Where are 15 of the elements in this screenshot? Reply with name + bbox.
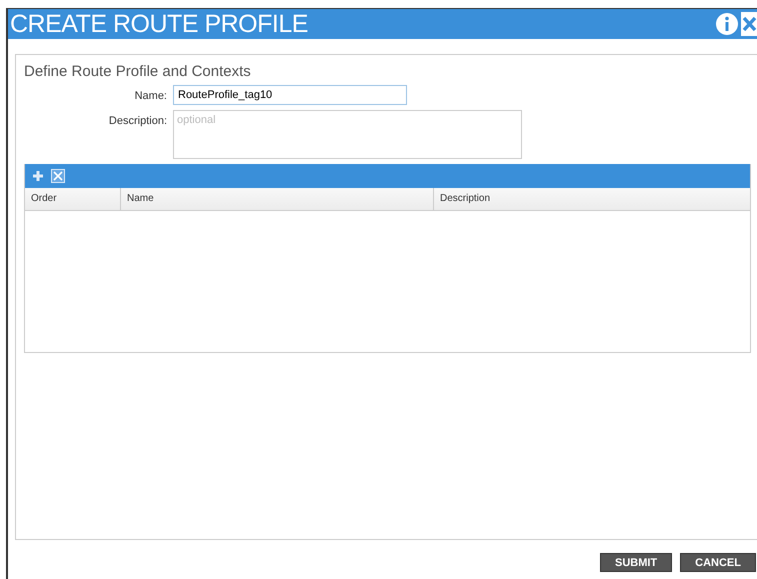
field-label: Name: <box>134 89 167 102</box>
delete-icon[interactable] <box>51 169 65 183</box>
column-header[interactable]: Name <box>121 188 434 210</box>
column-header[interactable]: Description <box>434 188 750 210</box>
window-title: CREATE ROUTE PROFILE <box>10 10 308 38</box>
description-field[interactable]: optional <box>173 110 522 159</box>
name-field[interactable]: RouteProfile_tag10 <box>173 85 407 105</box>
submit-button[interactable]: SUBMIT <box>600 553 672 572</box>
field-label: Description: <box>108 114 167 127</box>
section-heading: Define Route Profile and Contexts <box>24 63 252 80</box>
column-header[interactable]: Order <box>25 188 121 210</box>
cancel-button[interactable]: CANCEL <box>680 553 756 572</box>
close-icon[interactable] <box>741 12 757 36</box>
add-icon[interactable] <box>32 170 44 182</box>
info-icon[interactable] <box>715 12 739 36</box>
